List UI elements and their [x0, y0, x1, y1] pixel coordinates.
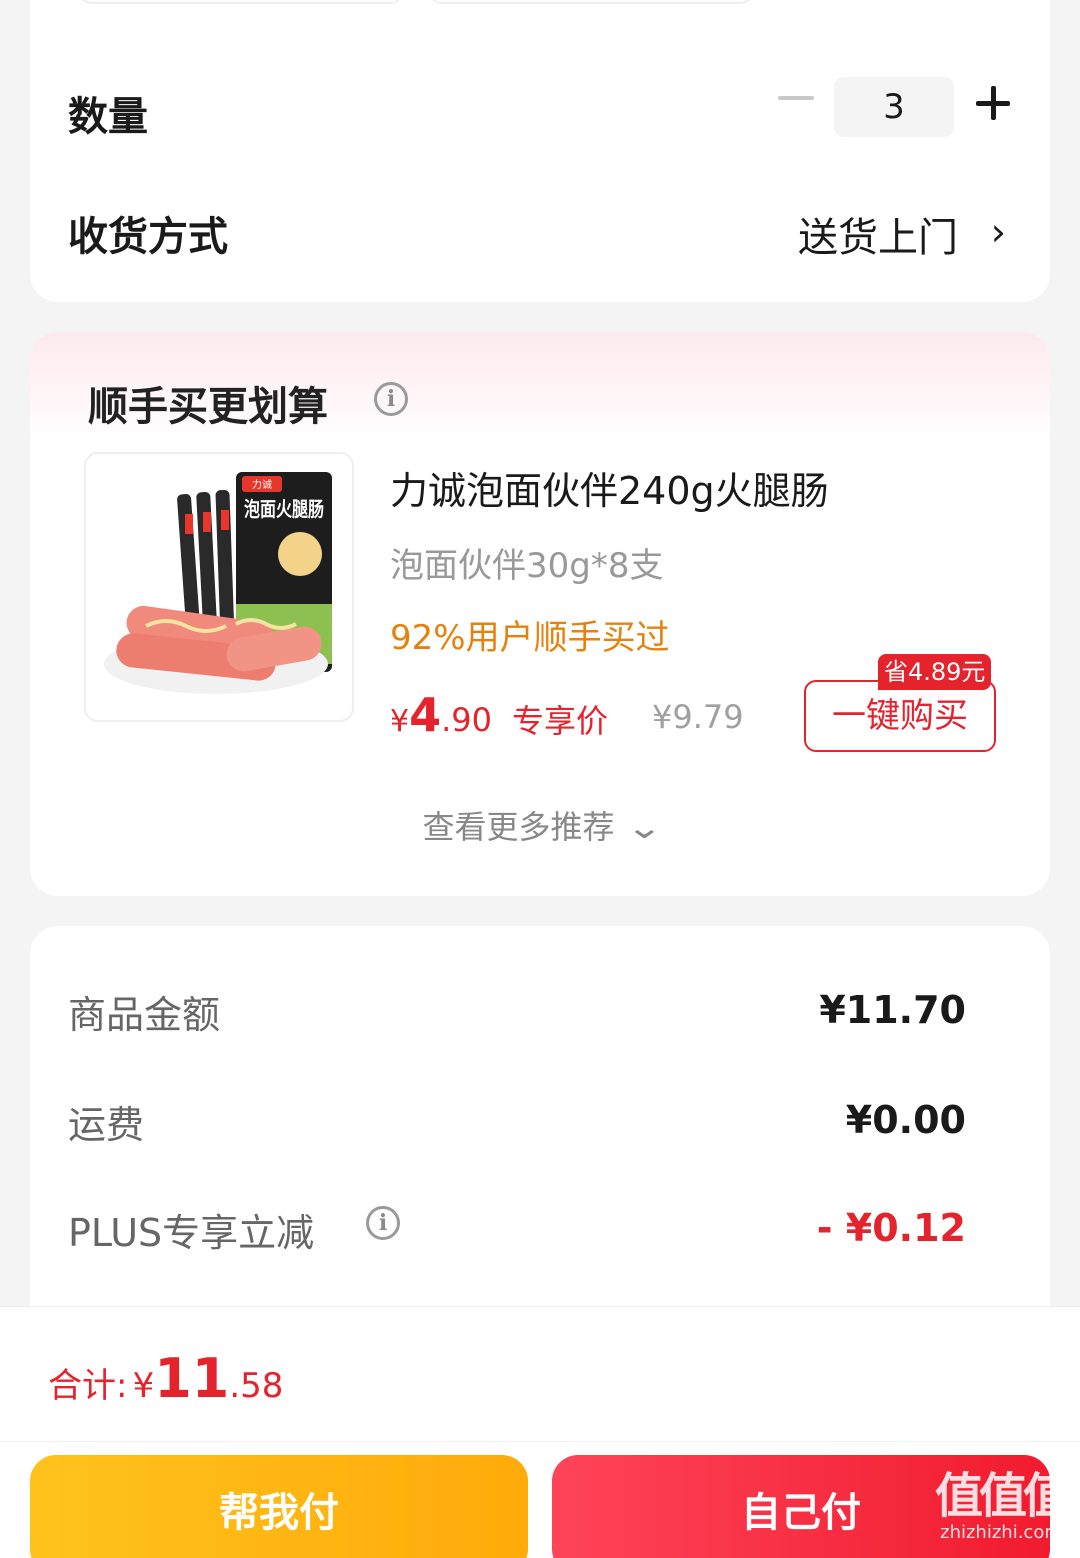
items-amount-label: 商品金额 — [68, 993, 221, 1037]
spec-option-pill[interactable] — [78, 0, 404, 4]
plus-icon[interactable] — [976, 86, 1010, 120]
spec-options — [78, 0, 754, 4]
more-recommendations-label: 查看更多推荐 — [422, 808, 615, 846]
price-decimal: .90 — [441, 701, 492, 739]
watermark-mark: 值值值 — [934, 1468, 1071, 1524]
shipping-label: 运费 — [68, 1103, 145, 1147]
price-currency: ¥ — [390, 704, 410, 739]
total-integer: 11 — [154, 1347, 230, 1410]
delivery-value[interactable]: 送货上门 — [798, 205, 958, 263]
total-decimal: .58 — [229, 1366, 284, 1406]
checkout-footer: 合计: ¥11.58 帮我付 自己付 — [0, 1306, 1080, 1558]
exclusive-price-tag: 专享价 — [512, 702, 609, 740]
total-label: 合计: — [48, 1366, 128, 1406]
sausage-product-illustration: 力诚 泡面火腿肠 — [104, 472, 332, 694]
package-title: 泡面火腿肠 — [244, 497, 324, 521]
product-spec: 泡面伙伴30g*8支 — [390, 546, 664, 586]
info-icon[interactable]: i — [366, 1206, 400, 1240]
one-click-buy-button[interactable]: 一键购买 — [804, 680, 996, 752]
product-image[interactable]: 力诚 泡面火腿肠 — [84, 452, 354, 722]
plus-discount-label: PLUS专享立减 — [68, 1211, 315, 1255]
more-recommendations-link[interactable]: 查看更多推荐 ⌄ — [30, 802, 1050, 848]
product-price: ¥4.90 专享价 ¥9.79 — [390, 688, 744, 742]
order-total: 合计: ¥11.58 — [48, 1347, 283, 1410]
minus-icon[interactable] — [778, 96, 814, 100]
delivery-label: 收货方式 — [68, 214, 228, 260]
divider — [0, 1441, 1080, 1442]
original-price: ¥9.79 — [652, 698, 744, 736]
total-currency: ¥ — [132, 1366, 155, 1406]
price-integer: 4 — [409, 688, 442, 742]
quantity-label: 数量 — [68, 94, 148, 140]
watermark-logo: 值值值 zhizhizhi.com — [928, 1470, 1074, 1544]
plus-discount-value: - ¥0.12 — [816, 1206, 966, 1250]
items-amount-value: ¥11.70 — [819, 988, 966, 1032]
shipping-value: ¥0.00 — [845, 1098, 966, 1142]
price-summary-card: 商品金额 ¥11.70 运费 ¥0.00 PLUS专享立减 i - ¥0.12 — [30, 926, 1050, 1346]
recommend-card: 顺手买更划算 i 力诚 泡面火腿肠 力诚泡面伙伴240g火腿肠 泡面伙伴30g*… — [30, 332, 1050, 896]
save-amount-badge: 省4.89元 — [878, 654, 992, 690]
package-brand: 力诚 — [252, 478, 272, 491]
order-options-card: 数量 3 收货方式 送货上门 › — [30, 0, 1050, 302]
chevron-right-icon[interactable]: › — [991, 210, 1006, 254]
recommend-title: 顺手买更划算 — [88, 384, 328, 430]
info-icon[interactable]: i — [374, 382, 408, 416]
product-name[interactable]: 力诚泡面伙伴240g火腿肠 — [390, 460, 829, 515]
chevron-down-icon: ⌄ — [625, 808, 663, 846]
quantity-stepper-value[interactable]: 3 — [834, 77, 954, 137]
spec-option-pill[interactable] — [428, 0, 754, 4]
help-me-pay-button[interactable]: 帮我付 — [30, 1455, 528, 1558]
watermark-url: zhizhizhi.com — [940, 1522, 1062, 1543]
product-purchase-stat: 92%用户顺手买过 — [390, 618, 670, 658]
